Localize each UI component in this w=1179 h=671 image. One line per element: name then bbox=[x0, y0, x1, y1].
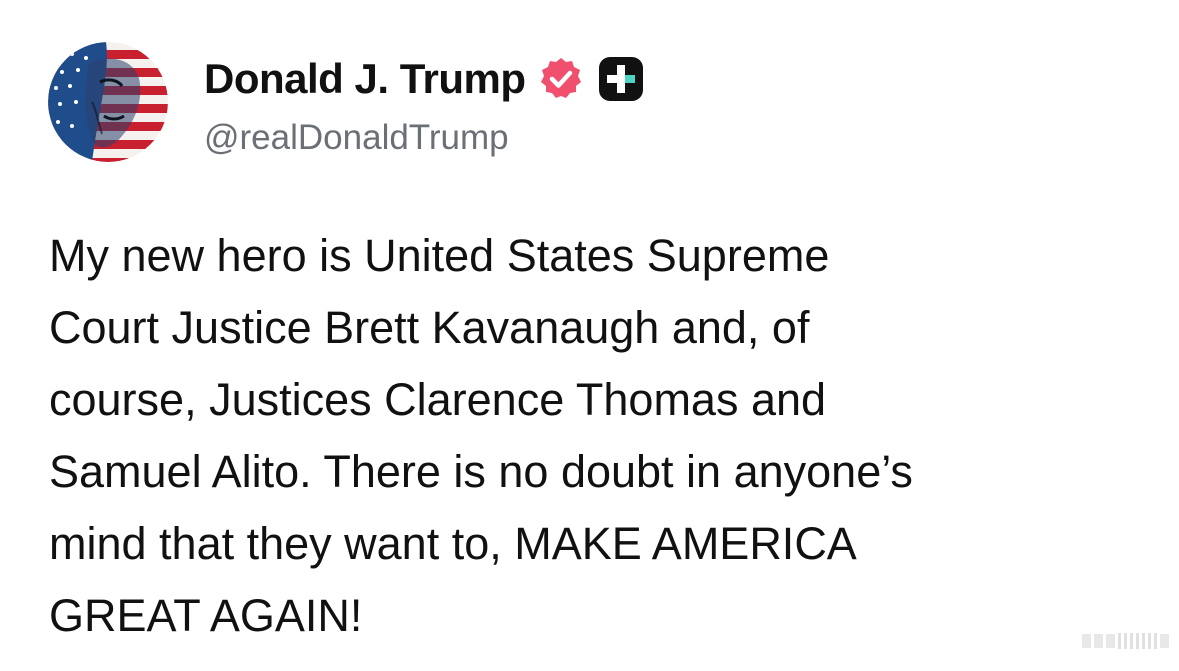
post-text: My new hero is United States Supreme Cou… bbox=[49, 220, 1149, 652]
flag-portrait-avatar-icon bbox=[48, 42, 168, 162]
post-card: Donald J. Trump @realDonaldTrump My new … bbox=[0, 0, 1179, 671]
post-text-line: My new hero is United States Supreme bbox=[49, 230, 830, 281]
post-header: Donald J. Trump @realDonaldTrump bbox=[48, 42, 644, 162]
post-text-line: GREAT AGAIN! bbox=[49, 590, 363, 641]
author-handle[interactable]: @realDonaldTrump bbox=[204, 118, 644, 158]
avatar[interactable] bbox=[48, 42, 168, 162]
post-text-line: Samuel Alito. There is no doubt in anyon… bbox=[49, 446, 913, 497]
verified-badge-icon bbox=[538, 56, 584, 102]
truth-social-logo-icon[interactable] bbox=[598, 56, 644, 102]
display-name[interactable]: Donald J. Trump bbox=[204, 54, 526, 104]
name-row: Donald J. Trump bbox=[204, 54, 644, 104]
post-text-line: course, Justices Clarence Thomas and bbox=[49, 374, 827, 425]
author-identity: Donald J. Trump @realDonaldTrump bbox=[204, 54, 644, 158]
watermark bbox=[1082, 633, 1169, 649]
post-text-line: Court Justice Brett Kavanaugh and, of bbox=[49, 302, 810, 353]
post-text-line: mind that they want to, MAKE AMERICA bbox=[49, 518, 857, 569]
